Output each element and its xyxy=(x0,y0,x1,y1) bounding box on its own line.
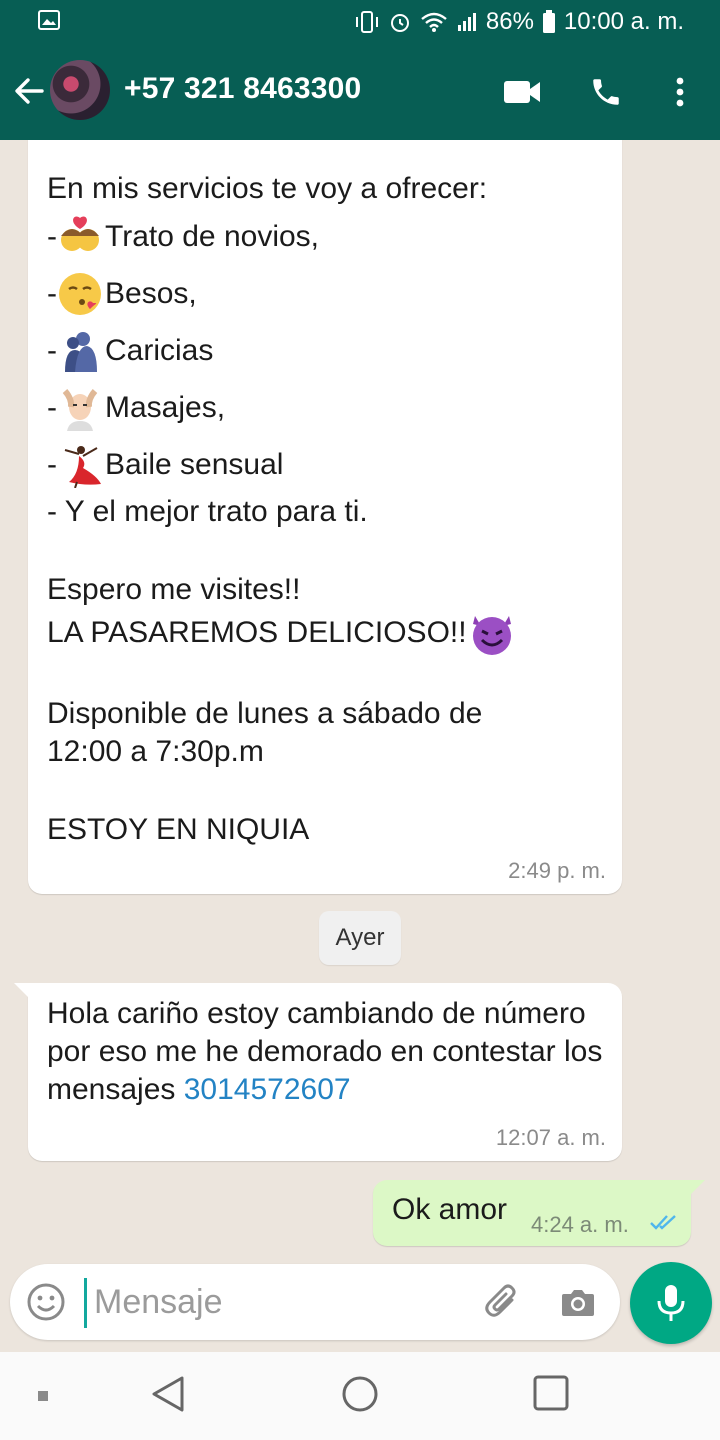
nav-recents-icon[interactable] xyxy=(532,1374,570,1412)
gallery-icon xyxy=(38,10,60,30)
message-text: En mis servicios te voy a ofrecer: - Tra… xyxy=(47,170,517,849)
message-line: LA PASAREMOS DELICIOSO!! xyxy=(47,609,517,657)
camera-icon[interactable] xyxy=(558,1282,598,1322)
more-vert-icon xyxy=(676,77,684,107)
chat-header: +57 321 8463300 xyxy=(0,44,720,140)
arrow-left-icon[interactable] xyxy=(12,74,46,108)
massage-emoji-icon xyxy=(62,388,98,431)
battery-icon xyxy=(542,10,556,34)
contact-name[interactable]: +57 321 8463300 xyxy=(124,72,361,106)
menu-button[interactable] xyxy=(660,72,700,112)
avatar[interactable] xyxy=(50,60,110,120)
double-check-icon xyxy=(650,1215,676,1230)
signal-icon xyxy=(456,11,478,33)
nav-back-icon[interactable] xyxy=(150,1374,186,1414)
smiling-devil-emoji-icon xyxy=(472,616,511,655)
phone-icon xyxy=(593,79,619,105)
hug-emoji-icon xyxy=(65,331,97,372)
mic-icon xyxy=(657,1285,685,1321)
message-line: En mis servicios te voy a ofrecer: xyxy=(47,172,488,205)
bubble-tail xyxy=(14,983,30,999)
couple-kiss-emoji-icon xyxy=(61,216,99,251)
nav-home-icon[interactable] xyxy=(340,1374,380,1414)
paperclip-icon[interactable] xyxy=(482,1282,522,1322)
nav-dot-icon xyxy=(36,1390,50,1402)
status-time: 10:00 a. m. xyxy=(563,8,684,35)
incoming-message[interactable]: Hola cariño estoy cambiando de número po… xyxy=(14,983,622,1161)
chat-area[interactable]: En mis servicios te voy a ofrecer: - Tra… xyxy=(0,140,720,1260)
message-line: 12:00 a 7:30p.m xyxy=(47,735,264,768)
message-line: - Besos, xyxy=(47,265,517,322)
message-text: Ok amor xyxy=(392,1193,508,1226)
message-line: ESTOY EN NIQUIA xyxy=(47,813,310,846)
alarm-icon xyxy=(388,10,412,34)
outgoing-message[interactable]: Ok amor 4:24 a. m. xyxy=(373,1180,705,1246)
video-call-button[interactable] xyxy=(502,72,542,112)
message-line: - Masajes, xyxy=(47,379,517,436)
video-call-icon xyxy=(504,81,540,103)
message-time: 12:07 a. m. xyxy=(495,1125,606,1150)
message-line: - Y el mejor trato para ti. xyxy=(47,495,368,528)
message-composer: Mensaje xyxy=(10,1264,620,1340)
date-separator: Ayer xyxy=(319,911,401,965)
text-cursor xyxy=(84,1278,87,1328)
incoming-message[interactable]: En mis servicios te voy a ofrecer: - Tra… xyxy=(28,140,622,894)
message-time: 4:24 a. m. xyxy=(531,1212,629,1237)
message-line: - Caricias xyxy=(47,322,517,379)
message-text: Hola cariño estoy cambiando de número po… xyxy=(47,997,603,1106)
message-line: Disponible de lunes a sábado de xyxy=(47,697,483,730)
voice-call-button[interactable] xyxy=(586,72,626,112)
message-line: - Baile sensual xyxy=(47,436,517,493)
phone-link[interactable]: 3014572607 xyxy=(184,1073,351,1106)
message-line: Espero me visites!! xyxy=(47,573,301,606)
mic-button[interactable] xyxy=(630,1262,712,1344)
battery-percent: 86% xyxy=(485,8,534,35)
kissing-face-emoji-icon xyxy=(59,272,101,315)
vibrate-icon xyxy=(354,10,380,34)
message-line: - Trato de novios, xyxy=(47,208,517,265)
wifi-icon xyxy=(420,11,448,33)
status-bar: 86% 10:00 a. m. xyxy=(0,0,720,44)
message-input[interactable]: Mensaje xyxy=(94,1283,223,1322)
system-nav-bar xyxy=(0,1352,720,1440)
message-time: 2:49 p. m. xyxy=(508,858,606,883)
dancer-emoji-icon xyxy=(64,445,101,488)
bubble-tail xyxy=(689,1180,705,1196)
emoji-icon[interactable] xyxy=(26,1282,66,1322)
